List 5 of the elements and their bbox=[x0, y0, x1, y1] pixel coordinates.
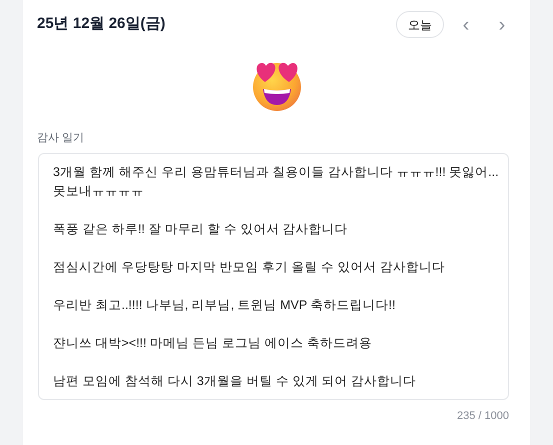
date-title: 25년 12월 26일(금) bbox=[37, 14, 166, 34]
field-label: 감사 일기 bbox=[37, 131, 86, 146]
today-button[interactable]: 오늘 bbox=[396, 11, 444, 38]
character-counter: 235 / 1000 bbox=[457, 408, 509, 424]
diary-text-field[interactable]: 3개월 함께 해주신 우리 용맘튜터님과 칠용이들 감사합니다 ㅠㅠㅠ!!! 못잃어...못보내ㅠㅠㅠㅠ 폭풍 같은 하루!! 잘 마무리 할 수 있어서 감사합니다 점심시간에 우당탕탕 마지막 반모임 후기 올릴 수 있어서 감사합니다 우리반 최고..!!!! 나부님, 리부님, 트윈님 MVP 축하드립니다!! 쟌니쓰 대박><!!! 마메님 든님 로그님 에이스 축하드려용 남편 모임에 참석해 다시 3개월을 버틸 수 있게 되어 감사합니다 bbox=[38, 152, 509, 400]
